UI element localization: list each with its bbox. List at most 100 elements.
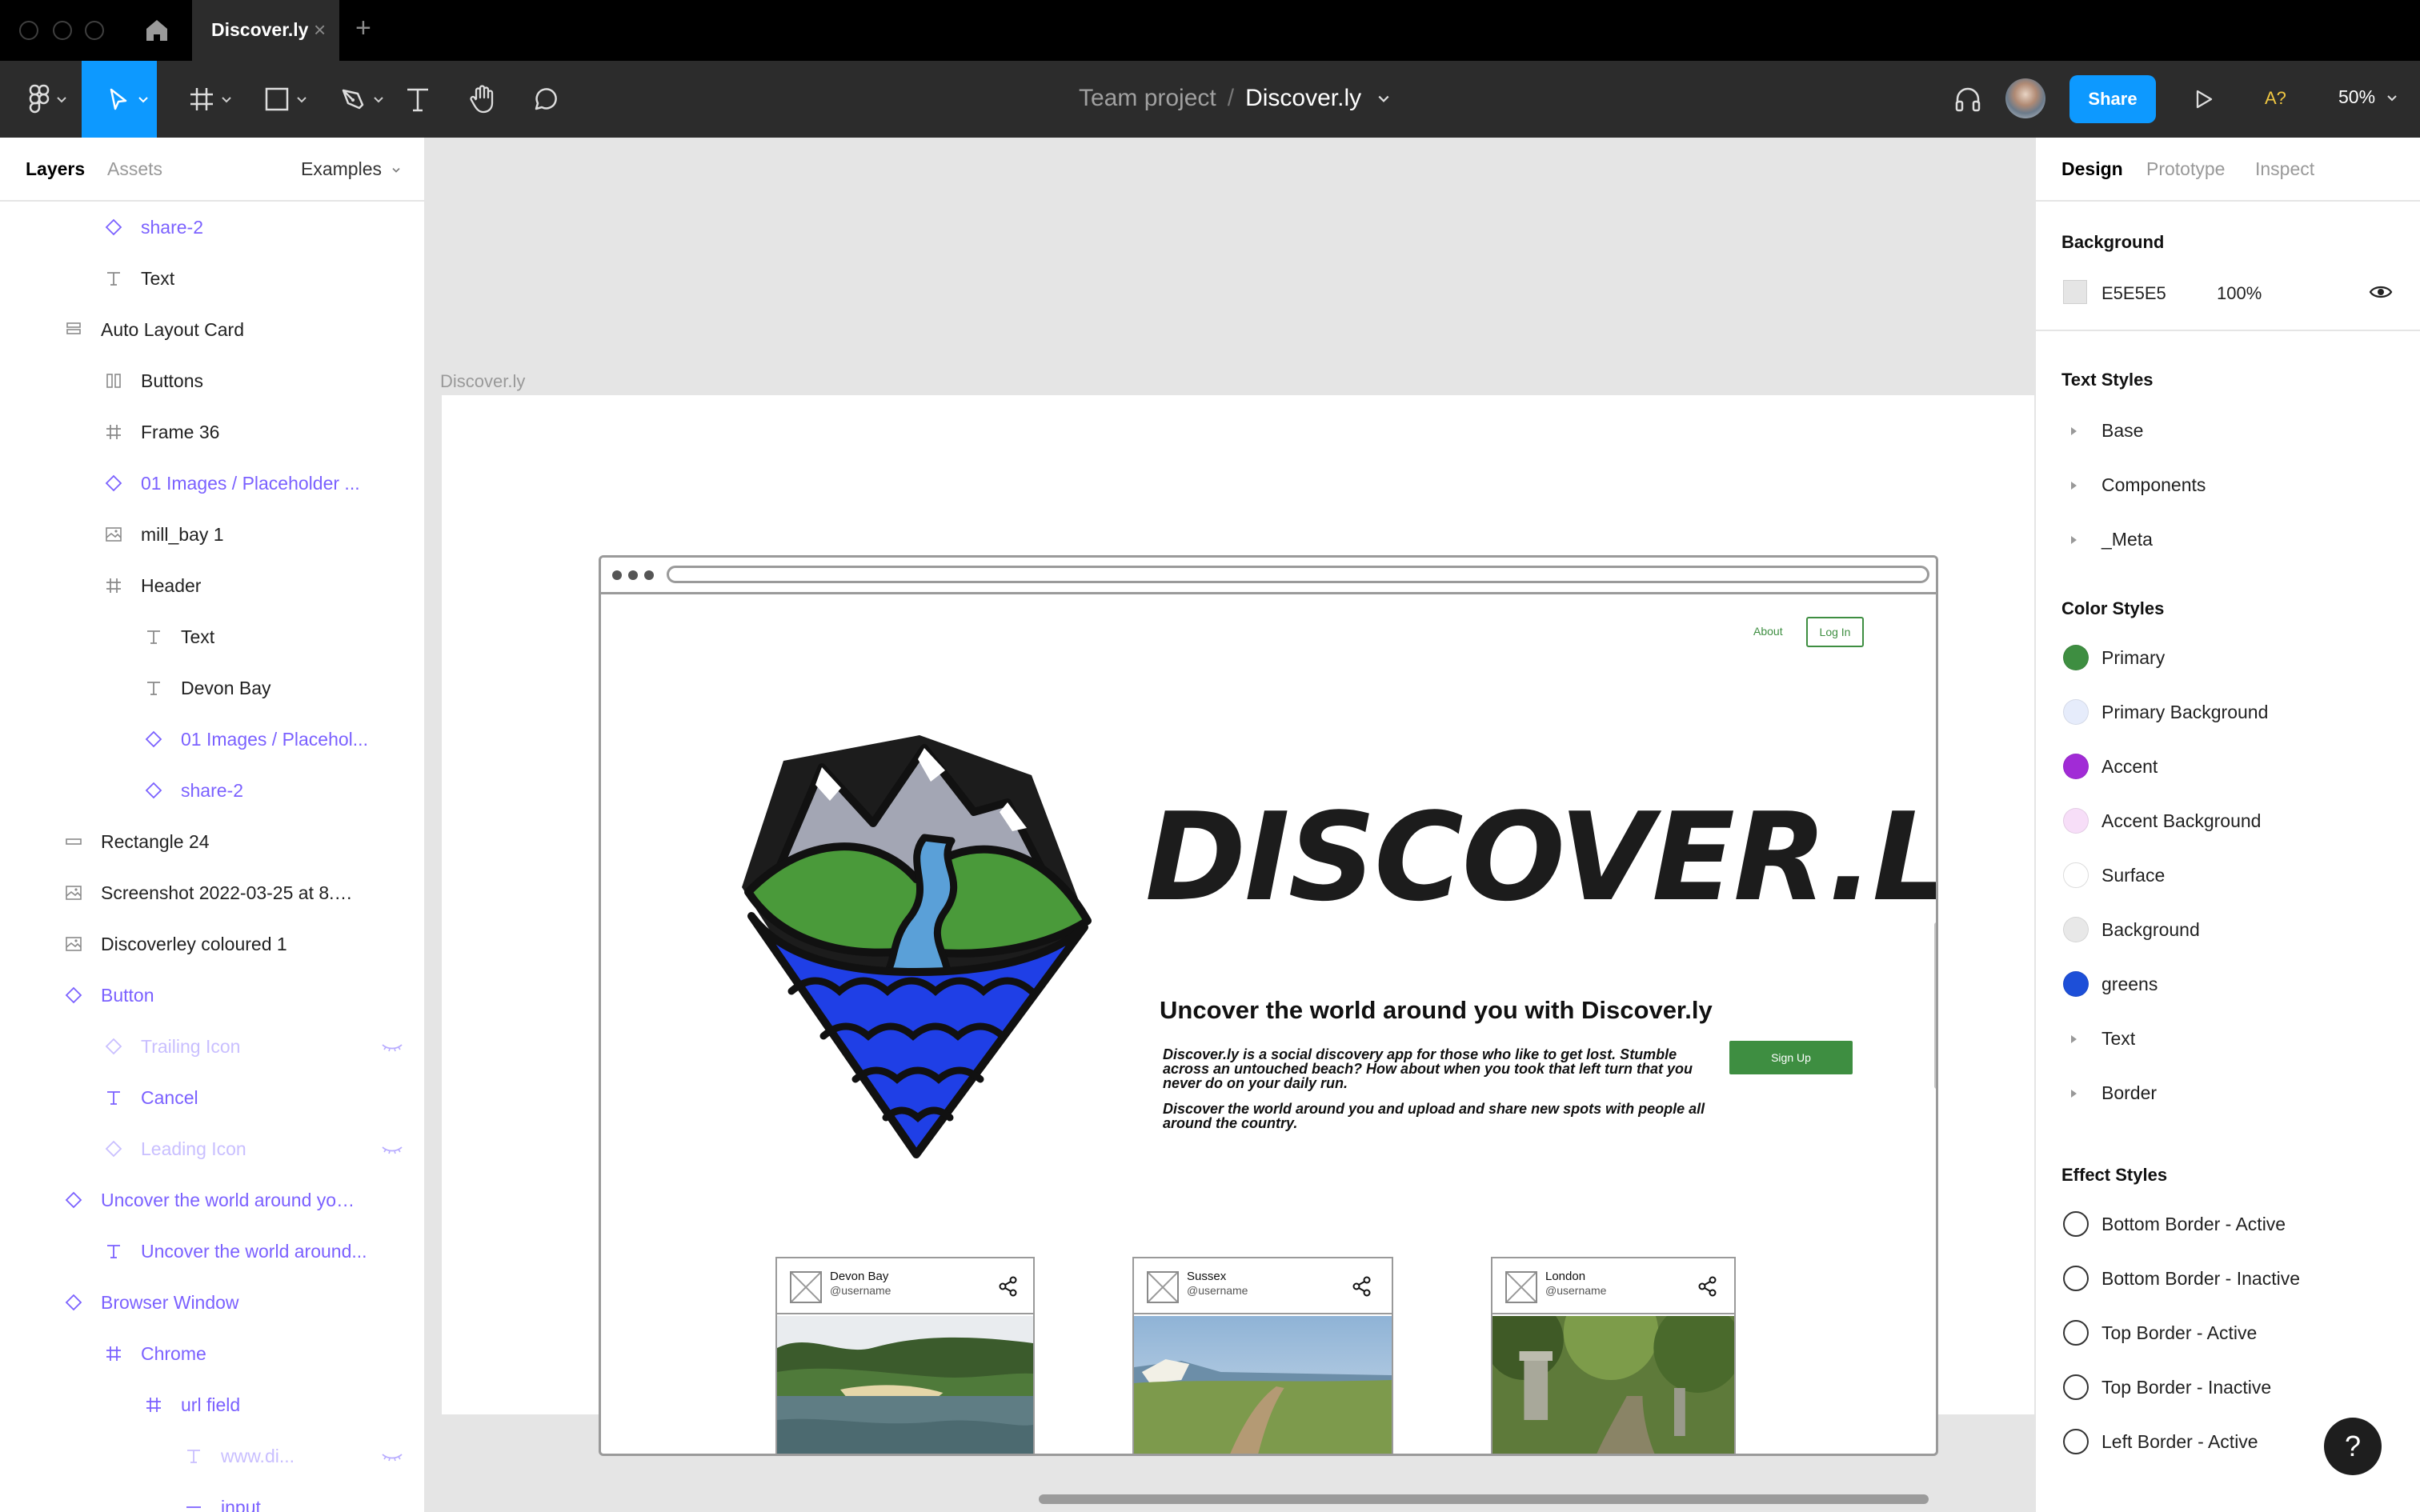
color-style[interactable]: Accent Background (2036, 794, 2420, 848)
layer-row[interactable]: url field (0, 1379, 424, 1430)
color-style-group[interactable]: Text (2036, 1011, 2420, 1066)
layer-row[interactable]: Text (0, 253, 424, 304)
component-icon (64, 1293, 83, 1312)
layer-row[interactable]: Uncover the world around... (0, 1226, 424, 1277)
layers-panel: Layers Assets Examples share-2 Text Auto L… (0, 138, 426, 1512)
style-name: Accent Background (2101, 810, 2262, 831)
tab-close-button[interactable]: × (314, 18, 326, 42)
canvas[interactable]: Discover.ly About Log In DISCOVER.LY Unc… (426, 138, 2034, 1512)
layer-row[interactable]: Text (0, 611, 424, 662)
columns-icon (104, 371, 123, 390)
tab-assets[interactable]: Assets (107, 158, 162, 180)
effect-style[interactable]: Bottom Border - Active (2036, 1197, 2420, 1251)
effect-style[interactable]: Top Border - Active (2036, 1306, 2420, 1360)
layer-row[interactable]: Chrome (0, 1328, 424, 1379)
layer-row[interactable]: Trailing Icon (0, 1021, 424, 1072)
effect-style[interactable]: Top Border - Inactive (2036, 1360, 2420, 1414)
layer-row[interactable]: Devon Bay (0, 662, 424, 714)
layer-row[interactable]: share-2 (0, 765, 424, 816)
color-style-group[interactable]: Border (2036, 1066, 2420, 1120)
color-style[interactable]: Primary Background (2036, 685, 2420, 739)
color-style[interactable]: Accent (2036, 739, 2420, 794)
layer-row[interactable]: Button (0, 970, 424, 1021)
share-button[interactable]: Share (2069, 75, 2156, 123)
layer-row[interactable]: Frame 36 (0, 406, 424, 458)
layer-row[interactable]: Leading Icon (0, 1123, 424, 1174)
hand-tool-button[interactable] (464, 61, 499, 138)
user-avatar[interactable] (2005, 78, 2045, 118)
zoom-dropdown[interactable]: 50% (2338, 86, 2398, 108)
layer-row[interactable]: input (0, 1482, 424, 1512)
tab-inspect[interactable]: Inspect (2255, 158, 2314, 180)
project-name[interactable]: Team project (1079, 85, 1216, 111)
color-style[interactable]: Surface (2036, 848, 2420, 902)
background-swatch[interactable] (2063, 280, 2087, 304)
shape-tool-button[interactable] (246, 61, 307, 138)
frame-tool-button[interactable] (171, 61, 232, 138)
text-style-group[interactable]: _Meta (2036, 512, 2420, 566)
layer-row[interactable]: Discoverley coloured 1 (0, 918, 424, 970)
layer-row[interactable]: mill_bay 1 (0, 509, 424, 560)
horizontal-scrollbar[interactable] (1039, 1494, 1929, 1504)
vertical-scrollbar[interactable] (1934, 922, 1936, 1089)
hidden-eye-icon[interactable] (381, 1139, 403, 1158)
background-opacity-input[interactable]: 100% (2217, 283, 2262, 304)
layer-row[interactable]: Uncover the world around you... (0, 1174, 424, 1226)
background-hex-input[interactable]: E5E5E5 (2101, 283, 2166, 304)
layer-row[interactable]: Header (0, 560, 424, 611)
minimize-window-button[interactable] (53, 21, 72, 40)
chrome-dot (628, 570, 638, 580)
layer-row[interactable]: Cancel (0, 1072, 424, 1123)
audio-button[interactable] (1949, 61, 1986, 138)
layer-row[interactable]: Rectangle 24 (0, 816, 424, 867)
eye-icon[interactable] (2369, 283, 2393, 301)
main-menu-button[interactable] (11, 61, 67, 138)
tab-design[interactable]: Design (2061, 158, 2123, 180)
close-window-button[interactable] (19, 21, 38, 40)
layer-row[interactable]: 01 Images / Placeholder ... (0, 458, 424, 509)
layer-name: share-2 (181, 779, 243, 801)
text-style-group[interactable]: Base (2036, 403, 2420, 458)
color-style[interactable]: Primary (2036, 630, 2420, 685)
site-login-button: Log In (1806, 617, 1864, 647)
layer-row[interactable]: Screenshot 2022-03-25 at 8.5... (0, 867, 424, 918)
site-nav-about: About (1753, 625, 1783, 638)
discoverly-frame[interactable]: About Log In DISCOVER.LY Uncover the wor… (442, 395, 2034, 1456)
text-tool-button[interactable] (400, 61, 435, 138)
tab-prototype[interactable]: Prototype (2146, 158, 2225, 180)
effect-style[interactable]: Bottom Border - Inactive (2036, 1251, 2420, 1306)
card-place: Devon Bay (830, 1270, 889, 1283)
frame-icon (144, 1395, 163, 1414)
frame-label[interactable]: Discover.ly (440, 371, 525, 392)
layer-row[interactable]: share-2 (0, 202, 424, 253)
new-tab-button[interactable]: + (355, 13, 371, 44)
chevron-down-icon[interactable] (1377, 94, 1390, 104)
home-button[interactable] (138, 14, 176, 46)
comment-tool-button[interactable] (528, 61, 563, 138)
move-tool-button[interactable] (82, 61, 157, 138)
color-style[interactable]: greens (2036, 957, 2420, 1011)
file-tab[interactable]: Discover.ly × (192, 0, 339, 61)
layer-row[interactable]: www.di... (0, 1430, 424, 1482)
layer-row[interactable]: Browser Window (0, 1277, 424, 1328)
tab-layers[interactable]: Layers (26, 158, 85, 180)
hidden-eye-icon[interactable] (381, 1446, 403, 1466)
layer-row[interactable]: Auto Layout Card (0, 304, 424, 355)
card-username: @username (1187, 1284, 1248, 1297)
text-style-group[interactable]: Components (2036, 458, 2420, 512)
comment-bubble-icon (535, 88, 557, 110)
missing-fonts-button[interactable]: A? (2265, 88, 2286, 109)
layer-row[interactable]: Buttons (0, 355, 424, 406)
file-name[interactable]: Discover.ly (1245, 85, 1361, 111)
layer-row[interactable]: 01 Images / Placehol... (0, 714, 424, 765)
browser-window-mockup[interactable]: About Log In DISCOVER.LY Uncover the wor… (599, 555, 1938, 1456)
maximize-window-button[interactable] (85, 21, 104, 40)
page-selector-label: Examples (301, 158, 382, 179)
color-style[interactable]: Background (2036, 902, 2420, 957)
hidden-eye-icon[interactable] (381, 1037, 403, 1056)
present-button[interactable] (2188, 61, 2220, 138)
auto-layout-icon (64, 320, 83, 339)
pen-tool-button[interactable] (323, 61, 384, 138)
page-selector[interactable]: Examples (301, 158, 401, 180)
help-button[interactable]: ? (2324, 1418, 2382, 1475)
